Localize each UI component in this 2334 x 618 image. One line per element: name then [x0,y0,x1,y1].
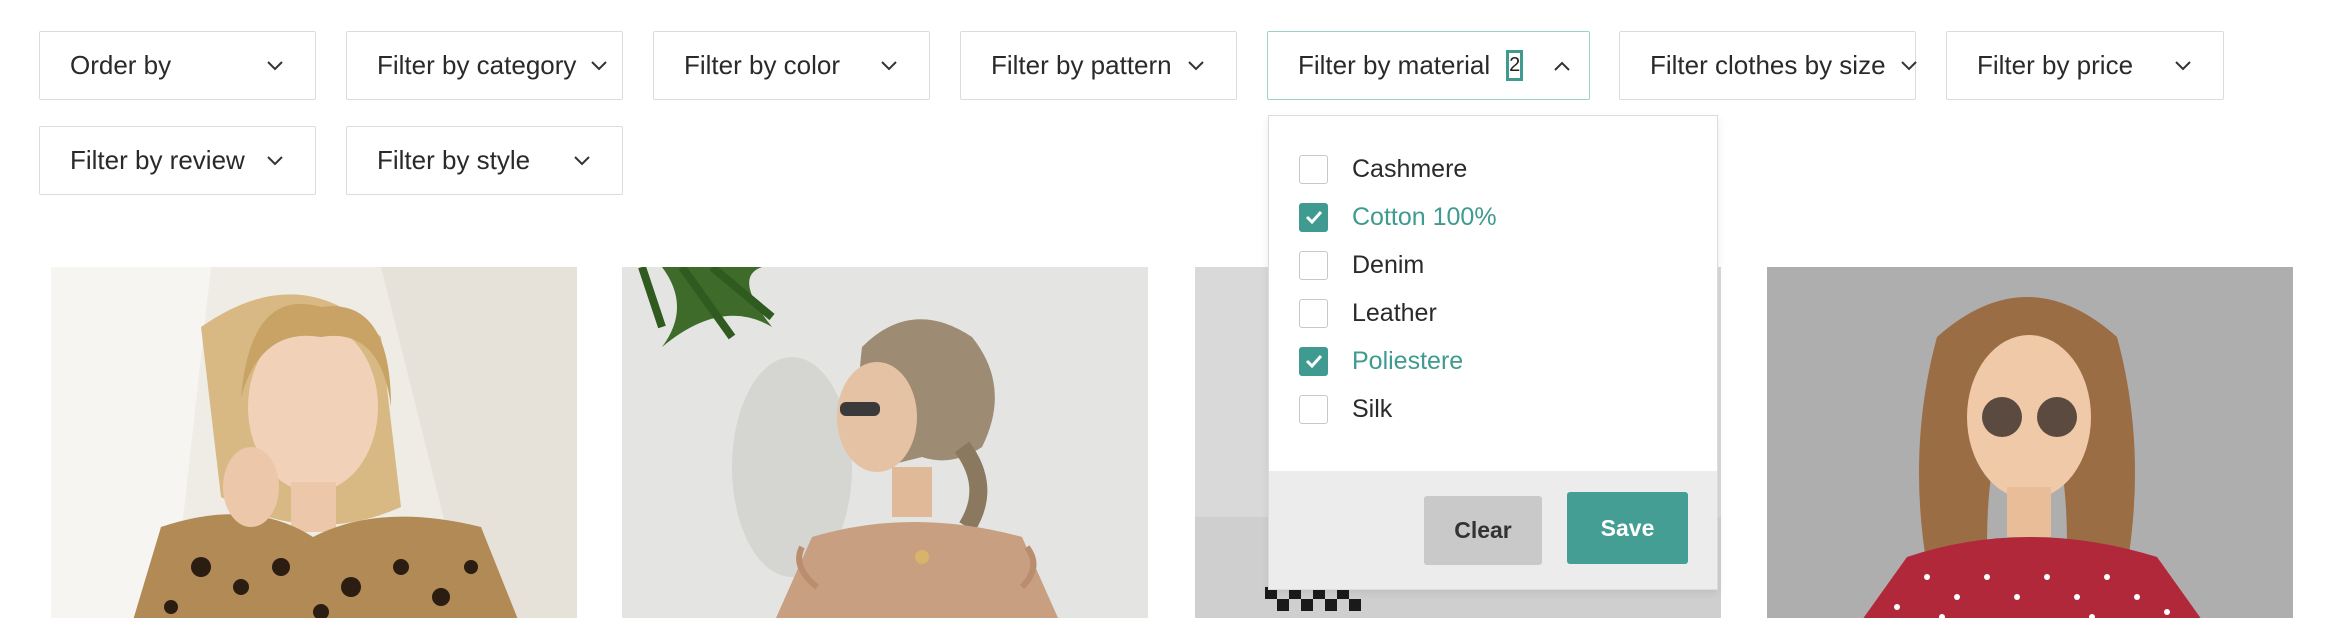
chevron-up-icon [1553,56,1571,76]
filter-color-label: Filter by color [684,50,841,80]
option-label: Poliestere [1352,346,1464,375]
chevron-down-icon [265,151,285,171]
chevron-down-icon [1186,56,1206,76]
product-image [51,267,577,618]
filter-style-dropdown[interactable]: Filter by style [346,126,623,195]
option-label: Cotton 100% [1352,202,1497,231]
chevron-down-icon [572,151,592,171]
filter-size-dropdown[interactable]: Filter clothes by size [1619,31,1918,100]
order-by-dropdown[interactable]: Order by [39,31,316,100]
filter-color-dropdown[interactable]: Filter by color [653,31,930,100]
filter-pattern-label: Filter by pattern [991,50,1172,80]
clear-button[interactable]: Clear [1424,496,1542,565]
checkbox-checked[interactable] [1299,202,1328,232]
filter-style-label: Filter by style [377,145,531,175]
option-label: Cashmere [1352,154,1468,183]
checkmark-icon [1305,354,1322,368]
checkbox[interactable] [1299,394,1328,424]
save-button[interactable]: Save [1567,492,1688,564]
product-image [1767,267,2293,618]
option-label: Leather [1352,298,1437,327]
filter-category-label: Filter by category [377,50,577,80]
checkbox[interactable] [1299,250,1328,280]
material-option[interactable]: Cotton 100% [1299,201,1497,233]
material-option[interactable]: Poliestere [1299,345,1463,377]
material-option[interactable]: Cashmere [1299,153,1467,185]
checkbox[interactable] [1299,298,1328,328]
chevron-down-icon [879,56,899,76]
product-card[interactable] [51,267,577,618]
filter-size-label: Filter clothes by size [1650,50,1886,80]
option-label: Silk [1352,394,1393,423]
filter-material-dropdown[interactable]: Filter by material 2 [1267,31,1590,100]
filter-review-dropdown[interactable]: Filter by review [39,126,316,195]
filter-price-label: Filter by price [1977,50,2134,80]
option-label: Denim [1352,250,1425,279]
chevron-down-icon [2173,56,2193,76]
material-option[interactable]: Denim [1299,249,1424,281]
order-by-label: Order by [70,50,172,80]
checkmark-icon [1305,210,1322,224]
chevron-down-icon [590,56,608,76]
material-dropdown-panel: Cashmere Cotton 100% Denim Leather Polie… [1268,115,1718,590]
checkbox[interactable] [1299,154,1328,184]
filter-material-label: Filter by material [1298,50,1491,80]
selected-count-badge: 2 [1506,50,1524,81]
dropdown-footer: Clear Save [1269,471,1717,589]
filter-review-label: Filter by review [70,145,245,175]
chevron-down-icon [265,56,285,76]
filter-price-dropdown[interactable]: Filter by price [1946,31,2224,100]
material-option[interactable]: Silk [1299,393,1392,425]
material-option[interactable]: Leather [1299,297,1437,329]
product-card[interactable] [1767,267,2293,618]
product-image [622,267,1148,618]
filter-pattern-dropdown[interactable]: Filter by pattern [960,31,1237,100]
filter-category-dropdown[interactable]: Filter by category [346,31,623,100]
checkbox-checked[interactable] [1299,346,1328,376]
product-card[interactable] [622,267,1148,618]
chevron-down-icon [1900,56,1918,76]
